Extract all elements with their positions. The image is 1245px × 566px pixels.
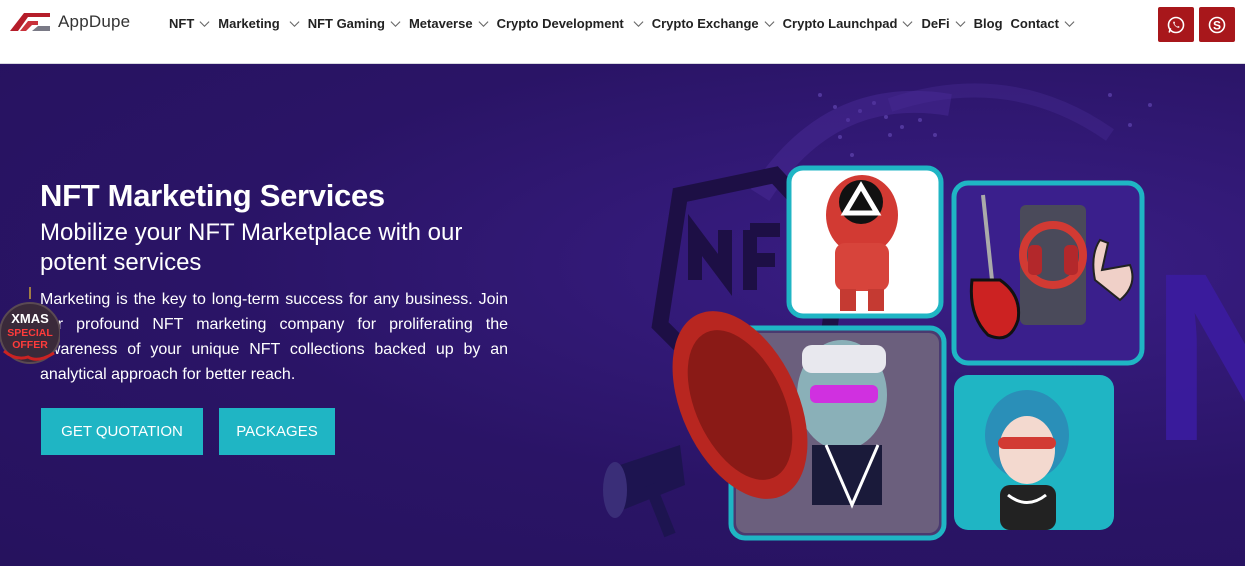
logo-mark-icon bbox=[10, 13, 50, 31]
chevron-down-icon bbox=[903, 21, 913, 28]
skype-icon: S bbox=[1208, 16, 1226, 33]
nav-item-crypto-development[interactable]: Crypto Development bbox=[497, 16, 644, 31]
nav-item-crypto-launchpad[interactable]: Crypto Launchpad bbox=[783, 16, 914, 31]
chevron-down-icon bbox=[1064, 21, 1075, 28]
whatsapp-icon bbox=[1167, 16, 1185, 33]
nav-item-blog[interactable]: Blog bbox=[974, 16, 1003, 31]
hero-section: NFT Marketing Services Mobilize your NFT… bbox=[0, 65, 1245, 566]
whatsapp-button[interactable] bbox=[1158, 7, 1194, 42]
chevron-down-icon bbox=[633, 21, 644, 28]
nav-item-nft[interactable]: NFT bbox=[169, 16, 210, 31]
nav-item-label: Marketing bbox=[218, 16, 280, 31]
art-nft-text: NFT bbox=[1150, 223, 1245, 491]
nav-item-nft-gaming[interactable]: NFT Gaming bbox=[308, 16, 401, 31]
nav-item-contact[interactable]: Contact bbox=[1011, 16, 1075, 31]
skype-button[interactable]: S bbox=[1199, 7, 1235, 42]
nav-item-marketing[interactable]: Marketing bbox=[218, 16, 300, 31]
nav-item-label: DeFi bbox=[921, 16, 950, 31]
chevron-down-icon bbox=[955, 21, 966, 28]
hero-subtitle: Mobilize your NFT Marketplace with our p… bbox=[40, 219, 463, 276]
nft-marketing-illustration: NFT bbox=[603, 83, 1245, 541]
badge-line3: OFFER bbox=[12, 339, 48, 351]
chevron-down-icon bbox=[478, 21, 489, 28]
logo[interactable]: AppDupe bbox=[10, 10, 130, 34]
nav-item-crypto-exchange[interactable]: Crypto Exchange bbox=[652, 16, 775, 31]
chevron-down-icon bbox=[289, 21, 300, 28]
badge-line1: XMAS bbox=[11, 311, 49, 326]
site-header: AppDupe NFT Marketing NFT Gaming Metaver… bbox=[0, 0, 1245, 64]
brand-name: AppDupe bbox=[58, 12, 131, 31]
nav-item-label: NFT bbox=[169, 16, 195, 31]
nav-item-metaverse[interactable]: Metaverse bbox=[409, 16, 489, 31]
chevron-down-icon bbox=[199, 21, 210, 28]
xmas-offer-badge[interactable]: XMAS SPECIAL OFFER bbox=[0, 287, 61, 369]
svg-text:S: S bbox=[1213, 18, 1221, 32]
header-contact-icons: S bbox=[1153, 7, 1235, 42]
nav-item-label: Crypto Development bbox=[496, 16, 624, 31]
nav-item-label: Contact bbox=[1010, 16, 1059, 31]
chevron-down-icon bbox=[764, 21, 775, 28]
chevron-down-icon bbox=[390, 21, 401, 28]
page-title: NFT Marketing Services bbox=[40, 178, 385, 213]
packages-button[interactable]: PACKAGES bbox=[219, 408, 335, 455]
get-quotation-button[interactable]: GET QUOTATION bbox=[41, 408, 203, 455]
nav-item-label: Crypto Exchange bbox=[651, 16, 759, 31]
nav-item-label: Blog bbox=[973, 16, 1003, 31]
nav-item-defi[interactable]: DeFi bbox=[921, 16, 966, 31]
nav-item-label: Metaverse bbox=[408, 16, 473, 31]
badge-line2: SPECIAL bbox=[7, 327, 53, 339]
nav-item-label: Crypto Launchpad bbox=[782, 16, 898, 31]
nav-item-label: NFT Gaming bbox=[307, 16, 385, 31]
hero-description: Marketing is the key to long-term succes… bbox=[40, 291, 508, 383]
main-nav: NFT Marketing NFT Gaming Metaverse Crypt… bbox=[169, 16, 1083, 31]
